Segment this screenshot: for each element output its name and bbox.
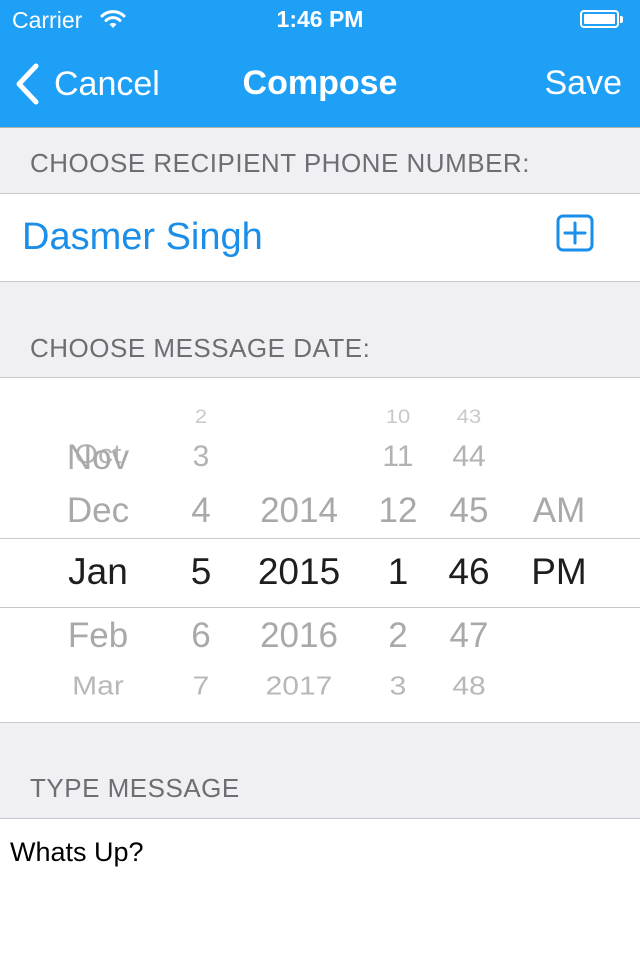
save-button[interactable]: Save: [545, 64, 623, 103]
ampm-option-selected[interactable]: PM: [516, 551, 602, 593]
plus-square-icon[interactable]: [556, 214, 594, 252]
hour-option[interactable]: 11: [370, 440, 426, 474]
hour-option[interactable]: 2: [370, 616, 426, 656]
hour-option[interactable]: 3: [370, 673, 426, 702]
ampm-wheel[interactable]: AM PM: [516, 378, 602, 722]
minute-wheel[interactable]: 43 44 45 46 47 48: [436, 378, 502, 722]
month-option[interactable]: Mar: [48, 673, 148, 702]
year-wheel[interactable]: 2014 2015 2016 2017: [244, 378, 354, 722]
recipient-name[interactable]: Dasmer Singh: [22, 216, 263, 259]
month-wheel[interactable]: Oct Nov Dec Jan Feb Mar: [48, 378, 148, 722]
month-option[interactable]: Feb: [48, 616, 148, 656]
minute-option[interactable]: 45: [436, 491, 502, 531]
minute-option[interactable]: 48: [436, 673, 502, 702]
year-option[interactable]: 2017: [244, 673, 354, 702]
day-wheel[interactable]: 2 3 4 5 6 7: [176, 378, 226, 722]
minute-option[interactable]: 44: [436, 440, 502, 474]
minute-option-selected[interactable]: 46: [436, 551, 502, 593]
message-text[interactable]: Whats Up?: [10, 837, 144, 868]
hour-option-selected[interactable]: 1: [370, 551, 426, 593]
day-option[interactable]: 4: [176, 491, 226, 531]
month-option-selected[interactable]: Jan: [48, 551, 148, 593]
date-section-header: CHOOSE MESSAGE DATE:: [30, 333, 371, 363]
date-picker[interactable]: Oct Nov Dec Jan Feb Mar 2 3 4 5 6 7 2014…: [0, 377, 640, 723]
minute-option[interactable]: 43: [436, 406, 502, 429]
recipient-section-header: CHOOSE RECIPIENT PHONE NUMBER:: [30, 148, 530, 178]
status-bar: Carrier 1:46 PM: [0, 0, 640, 40]
day-option-selected[interactable]: 5: [176, 551, 226, 593]
recipient-cell[interactable]: Dasmer Singh: [0, 193, 640, 282]
day-option[interactable]: 7: [176, 673, 226, 702]
hour-option[interactable]: 10: [370, 406, 426, 429]
day-option[interactable]: 6: [176, 616, 226, 656]
message-text-view[interactable]: Whats Up?: [0, 818, 640, 960]
year-option[interactable]: 2016: [244, 616, 354, 656]
navbar-divider: [0, 127, 640, 128]
battery-icon: [580, 10, 624, 30]
message-section-header: TYPE MESSAGE: [30, 773, 240, 803]
month-option[interactable]: Nov: [48, 438, 148, 478]
ampm-option[interactable]: AM: [516, 491, 602, 531]
year-option-selected[interactable]: 2015: [244, 551, 354, 593]
day-option[interactable]: 2: [176, 406, 226, 429]
navigation-bar: Cancel Compose Save: [0, 40, 640, 128]
minute-option[interactable]: 47: [436, 616, 502, 656]
day-option[interactable]: 3: [176, 440, 226, 474]
month-option[interactable]: Dec: [48, 491, 148, 531]
hour-wheel[interactable]: 10 11 12 1 2 3: [370, 378, 426, 722]
year-option[interactable]: 2014: [244, 491, 354, 531]
hour-option[interactable]: 12: [370, 491, 426, 531]
status-time: 1:46 PM: [276, 6, 364, 32]
